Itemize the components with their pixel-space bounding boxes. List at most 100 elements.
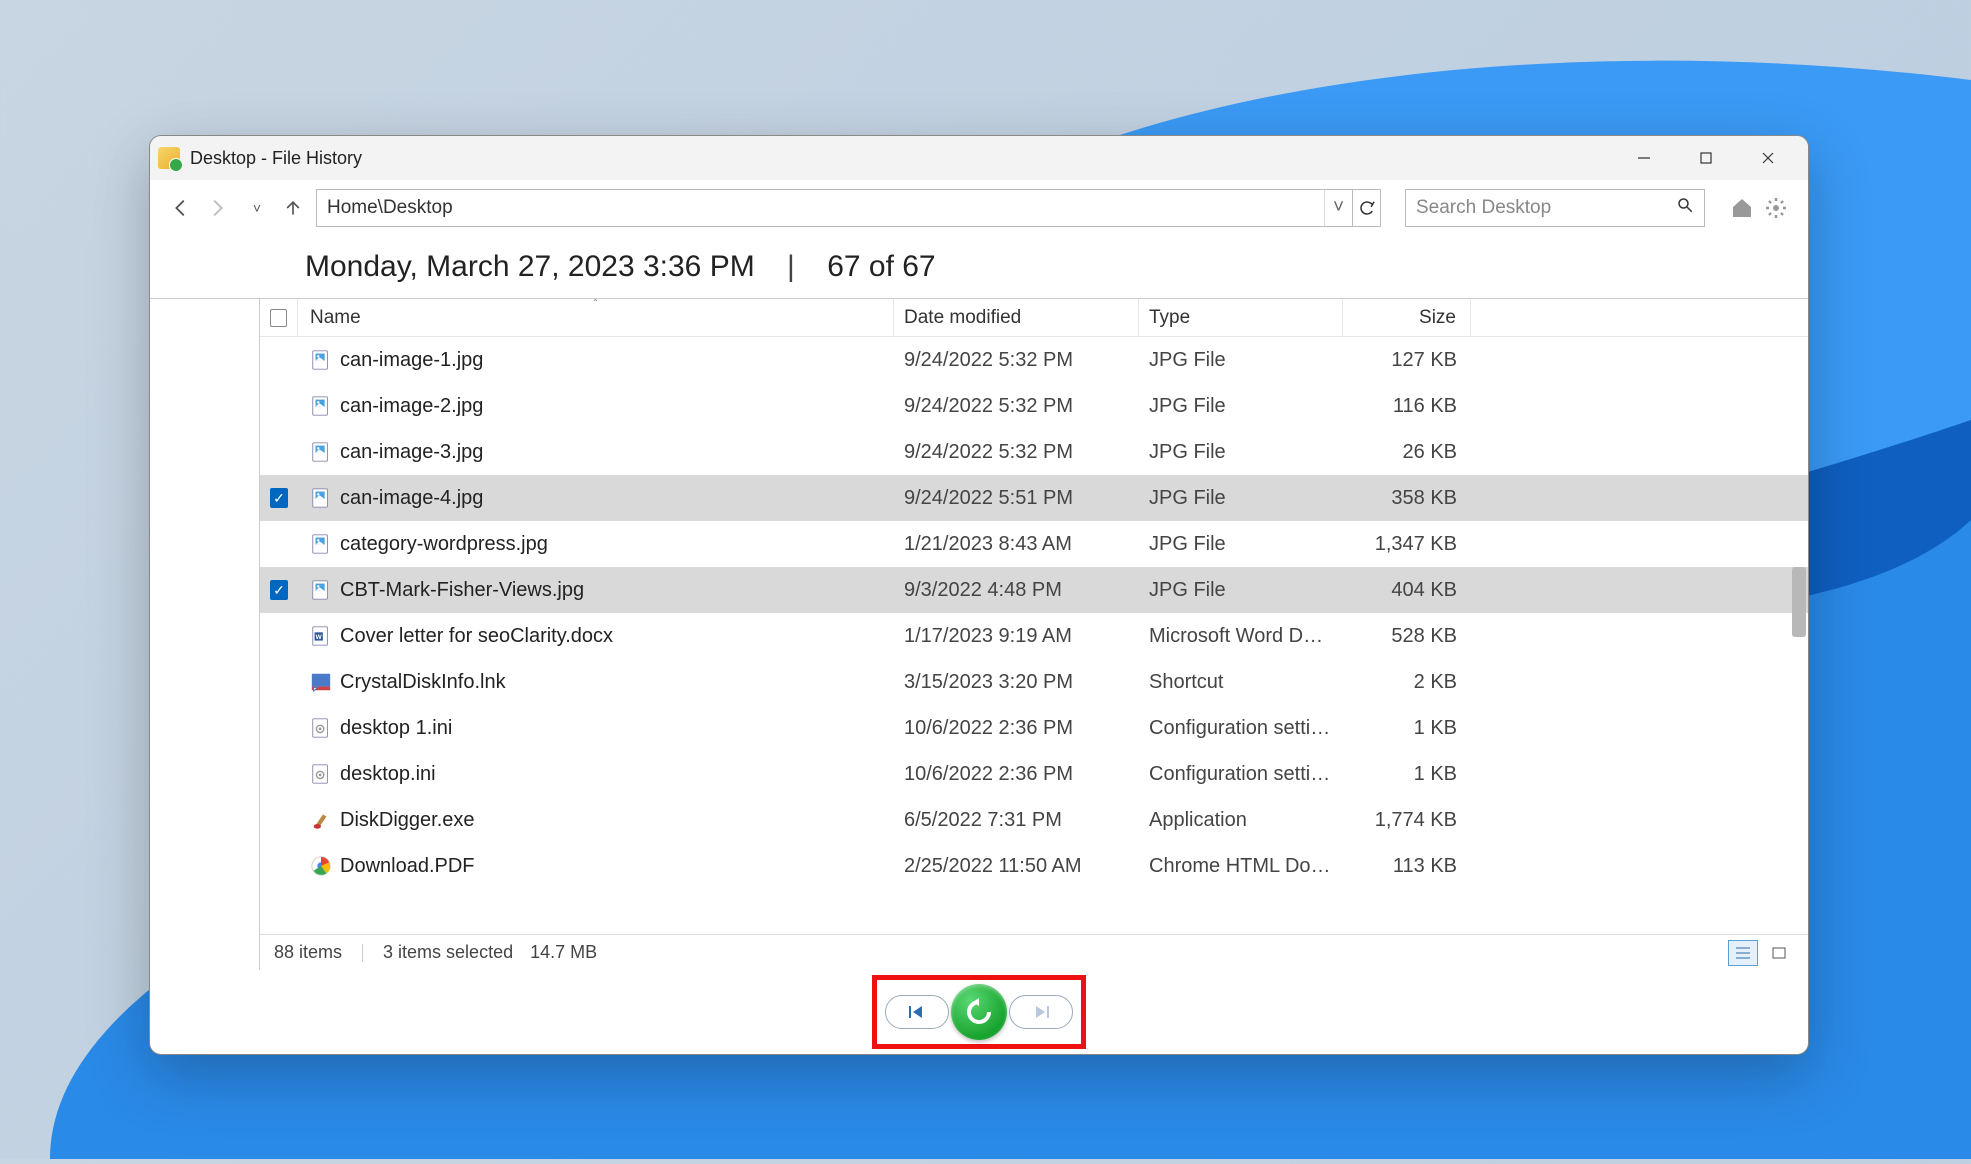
file-name: can-image-1.jpg xyxy=(340,349,483,372)
file-icon: W xyxy=(310,625,332,647)
address-bar[interactable]: Home\Desktop ˅ xyxy=(316,189,1381,227)
file-name: can-image-3.jpg xyxy=(340,441,483,464)
file-icon xyxy=(310,395,332,417)
file-icon xyxy=(310,809,332,831)
back-button[interactable] xyxy=(168,195,194,221)
thumbnails-view-button[interactable] xyxy=(1764,940,1794,966)
refresh-button[interactable] xyxy=(1352,190,1380,226)
file-icon xyxy=(310,533,332,555)
search-icon xyxy=(1676,196,1694,220)
up-button[interactable] xyxy=(280,195,306,221)
status-selection: 3 items selected xyxy=(383,942,513,963)
file-date: 9/24/2022 5:32 PM xyxy=(894,349,1139,372)
file-row[interactable]: DiskDigger.exe 6/5/2022 7:31 PMApplicatio… xyxy=(260,797,1808,843)
file-row[interactable]: can-image-2.jpg9/24/2022 5:32 PMJPG File… xyxy=(260,383,1808,429)
file-row[interactable]: desktop 1.ini10/6/2022 2:36 PMConfigurat… xyxy=(260,705,1808,751)
column-headers: Nameˆ Date modified Type Size xyxy=(260,299,1808,337)
file-size: 2 KB xyxy=(1343,671,1471,694)
file-icon xyxy=(310,763,332,785)
file-size: 1,774 KB xyxy=(1343,809,1471,832)
row-checkbox[interactable]: ✓ xyxy=(270,580,288,600)
toolbar: ˅ Home\Desktop ˅ Search Desktop xyxy=(150,180,1808,236)
file-row[interactable]: Download.PDF2/25/2022 11:50 AMChrome HTM… xyxy=(260,843,1808,889)
file-icon xyxy=(310,717,332,739)
file-size: 127 KB xyxy=(1343,349,1471,372)
file-date: 10/6/2022 2:36 PM xyxy=(894,717,1139,740)
window-title: Desktop - File History xyxy=(190,148,362,169)
column-size[interactable]: Size xyxy=(1343,299,1471,336)
file-date: 10/6/2022 2:36 PM xyxy=(894,763,1139,786)
file-row[interactable]: CrystalDiskInfo.lnk 3/15/2023 3:20 PMShor… xyxy=(260,659,1808,705)
file-size: 1 KB xyxy=(1343,763,1471,786)
file-history-icon xyxy=(158,147,180,169)
sidebar xyxy=(150,298,260,970)
file-name: CBT-Mark-Fisher-Views.jpg xyxy=(340,579,584,602)
status-bar: 88 items 3 items selected 14.7 MB xyxy=(260,934,1808,970)
maximize-button[interactable] xyxy=(1692,144,1720,172)
file-type: JPG File xyxy=(1139,487,1343,510)
previous-version-button[interactable] xyxy=(885,995,949,1029)
navigation-panel xyxy=(150,970,1808,1054)
file-type: Shortcut xyxy=(1139,671,1343,694)
column-name[interactable]: Nameˆ xyxy=(298,299,894,336)
file-name: can-image-4.jpg xyxy=(340,487,483,510)
next-version-button[interactable] xyxy=(1009,995,1073,1029)
column-date[interactable]: Date modified xyxy=(894,299,1139,336)
file-type: Chrome HTML Docu... xyxy=(1139,855,1343,878)
file-date: 9/24/2022 5:51 PM xyxy=(894,487,1139,510)
details-view-button[interactable] xyxy=(1728,940,1758,966)
file-history-window: Desktop - File History ˅ Home\Desktop ˅ … xyxy=(149,135,1809,1055)
file-icon xyxy=(310,349,332,371)
file-type: Configuration settings xyxy=(1139,763,1343,786)
file-row[interactable]: ✓ can-image-4.jpg 9/24/2022 5:51 PMJPG Fil… xyxy=(260,475,1808,521)
file-date: 1/21/2023 8:43 AM xyxy=(894,533,1139,556)
recent-locations-button[interactable]: ˅ xyxy=(244,195,270,221)
file-name: CrystalDiskInfo.lnk xyxy=(340,671,506,694)
search-input[interactable]: Search Desktop xyxy=(1405,189,1705,227)
settings-button[interactable] xyxy=(1763,195,1789,221)
file-row[interactable]: W Cover letter for seoClarity.docx 1/17/20… xyxy=(260,613,1808,659)
file-name: Cover letter for seoClarity.docx xyxy=(340,625,613,648)
file-icon xyxy=(310,441,332,463)
file-date: 1/17/2023 9:19 AM xyxy=(894,625,1139,648)
file-name: DiskDigger.exe xyxy=(340,809,475,832)
file-name: desktop 1.ini xyxy=(340,717,452,740)
minimize-button[interactable] xyxy=(1630,144,1658,172)
titlebar[interactable]: Desktop - File History xyxy=(150,136,1808,180)
file-date: 6/5/2022 7:31 PM xyxy=(894,809,1139,832)
file-icon xyxy=(310,855,332,877)
file-row[interactable]: ✓CBT-Mark-Fisher-Views.jpg9/3/2022 4:48 … xyxy=(260,567,1808,613)
row-checkbox[interactable]: ✓ xyxy=(270,488,288,508)
scrollbar-thumb[interactable] xyxy=(1792,567,1806,637)
file-row[interactable]: desktop.ini10/6/2022 2:36 PMConfiguratio… xyxy=(260,751,1808,797)
file-icon xyxy=(310,579,332,601)
search-placeholder: Search Desktop xyxy=(1416,197,1551,219)
close-button[interactable] xyxy=(1754,144,1782,172)
file-row[interactable]: can-image-3.jpg9/24/2022 5:32 PMJPG File… xyxy=(260,429,1808,475)
address-dropdown[interactable]: ˅ xyxy=(1324,190,1352,226)
file-date: 3/15/2023 3:20 PM xyxy=(894,671,1139,694)
file-type: JPG File xyxy=(1139,395,1343,418)
annotation-highlight xyxy=(872,975,1086,1049)
file-row[interactable]: can-image-1.jpg9/24/2022 5:32 PMJPG File… xyxy=(260,337,1808,383)
column-type[interactable]: Type xyxy=(1139,299,1343,336)
file-size: 528 KB xyxy=(1343,625,1471,648)
file-type: Application xyxy=(1139,809,1343,832)
home-button[interactable] xyxy=(1729,195,1755,221)
restore-button[interactable] xyxy=(951,984,1007,1040)
snapshot-date: Monday, March 27, 2023 3:36 PM xyxy=(305,250,755,283)
file-name: Download.PDF xyxy=(340,855,475,878)
file-type: JPG File xyxy=(1139,533,1343,556)
status-items: 88 items xyxy=(274,942,342,963)
select-all-checkbox[interactable] xyxy=(260,299,298,336)
file-type: JPG File xyxy=(1139,579,1343,602)
file-size: 116 KB xyxy=(1343,395,1471,418)
snapshot-counter: 67 of 67 xyxy=(827,250,935,283)
svg-text:W: W xyxy=(316,634,323,641)
path-text: Home\Desktop xyxy=(317,197,1324,219)
status-size: 14.7 MB xyxy=(530,942,597,963)
file-row[interactable]: category-wordpress.jpg1/21/2023 8:43 AMJ… xyxy=(260,521,1808,567)
file-size: 404 KB xyxy=(1343,579,1471,602)
file-list-pane: Nameˆ Date modified Type Size can-image-… xyxy=(260,298,1808,970)
forward-button[interactable] xyxy=(204,195,230,221)
